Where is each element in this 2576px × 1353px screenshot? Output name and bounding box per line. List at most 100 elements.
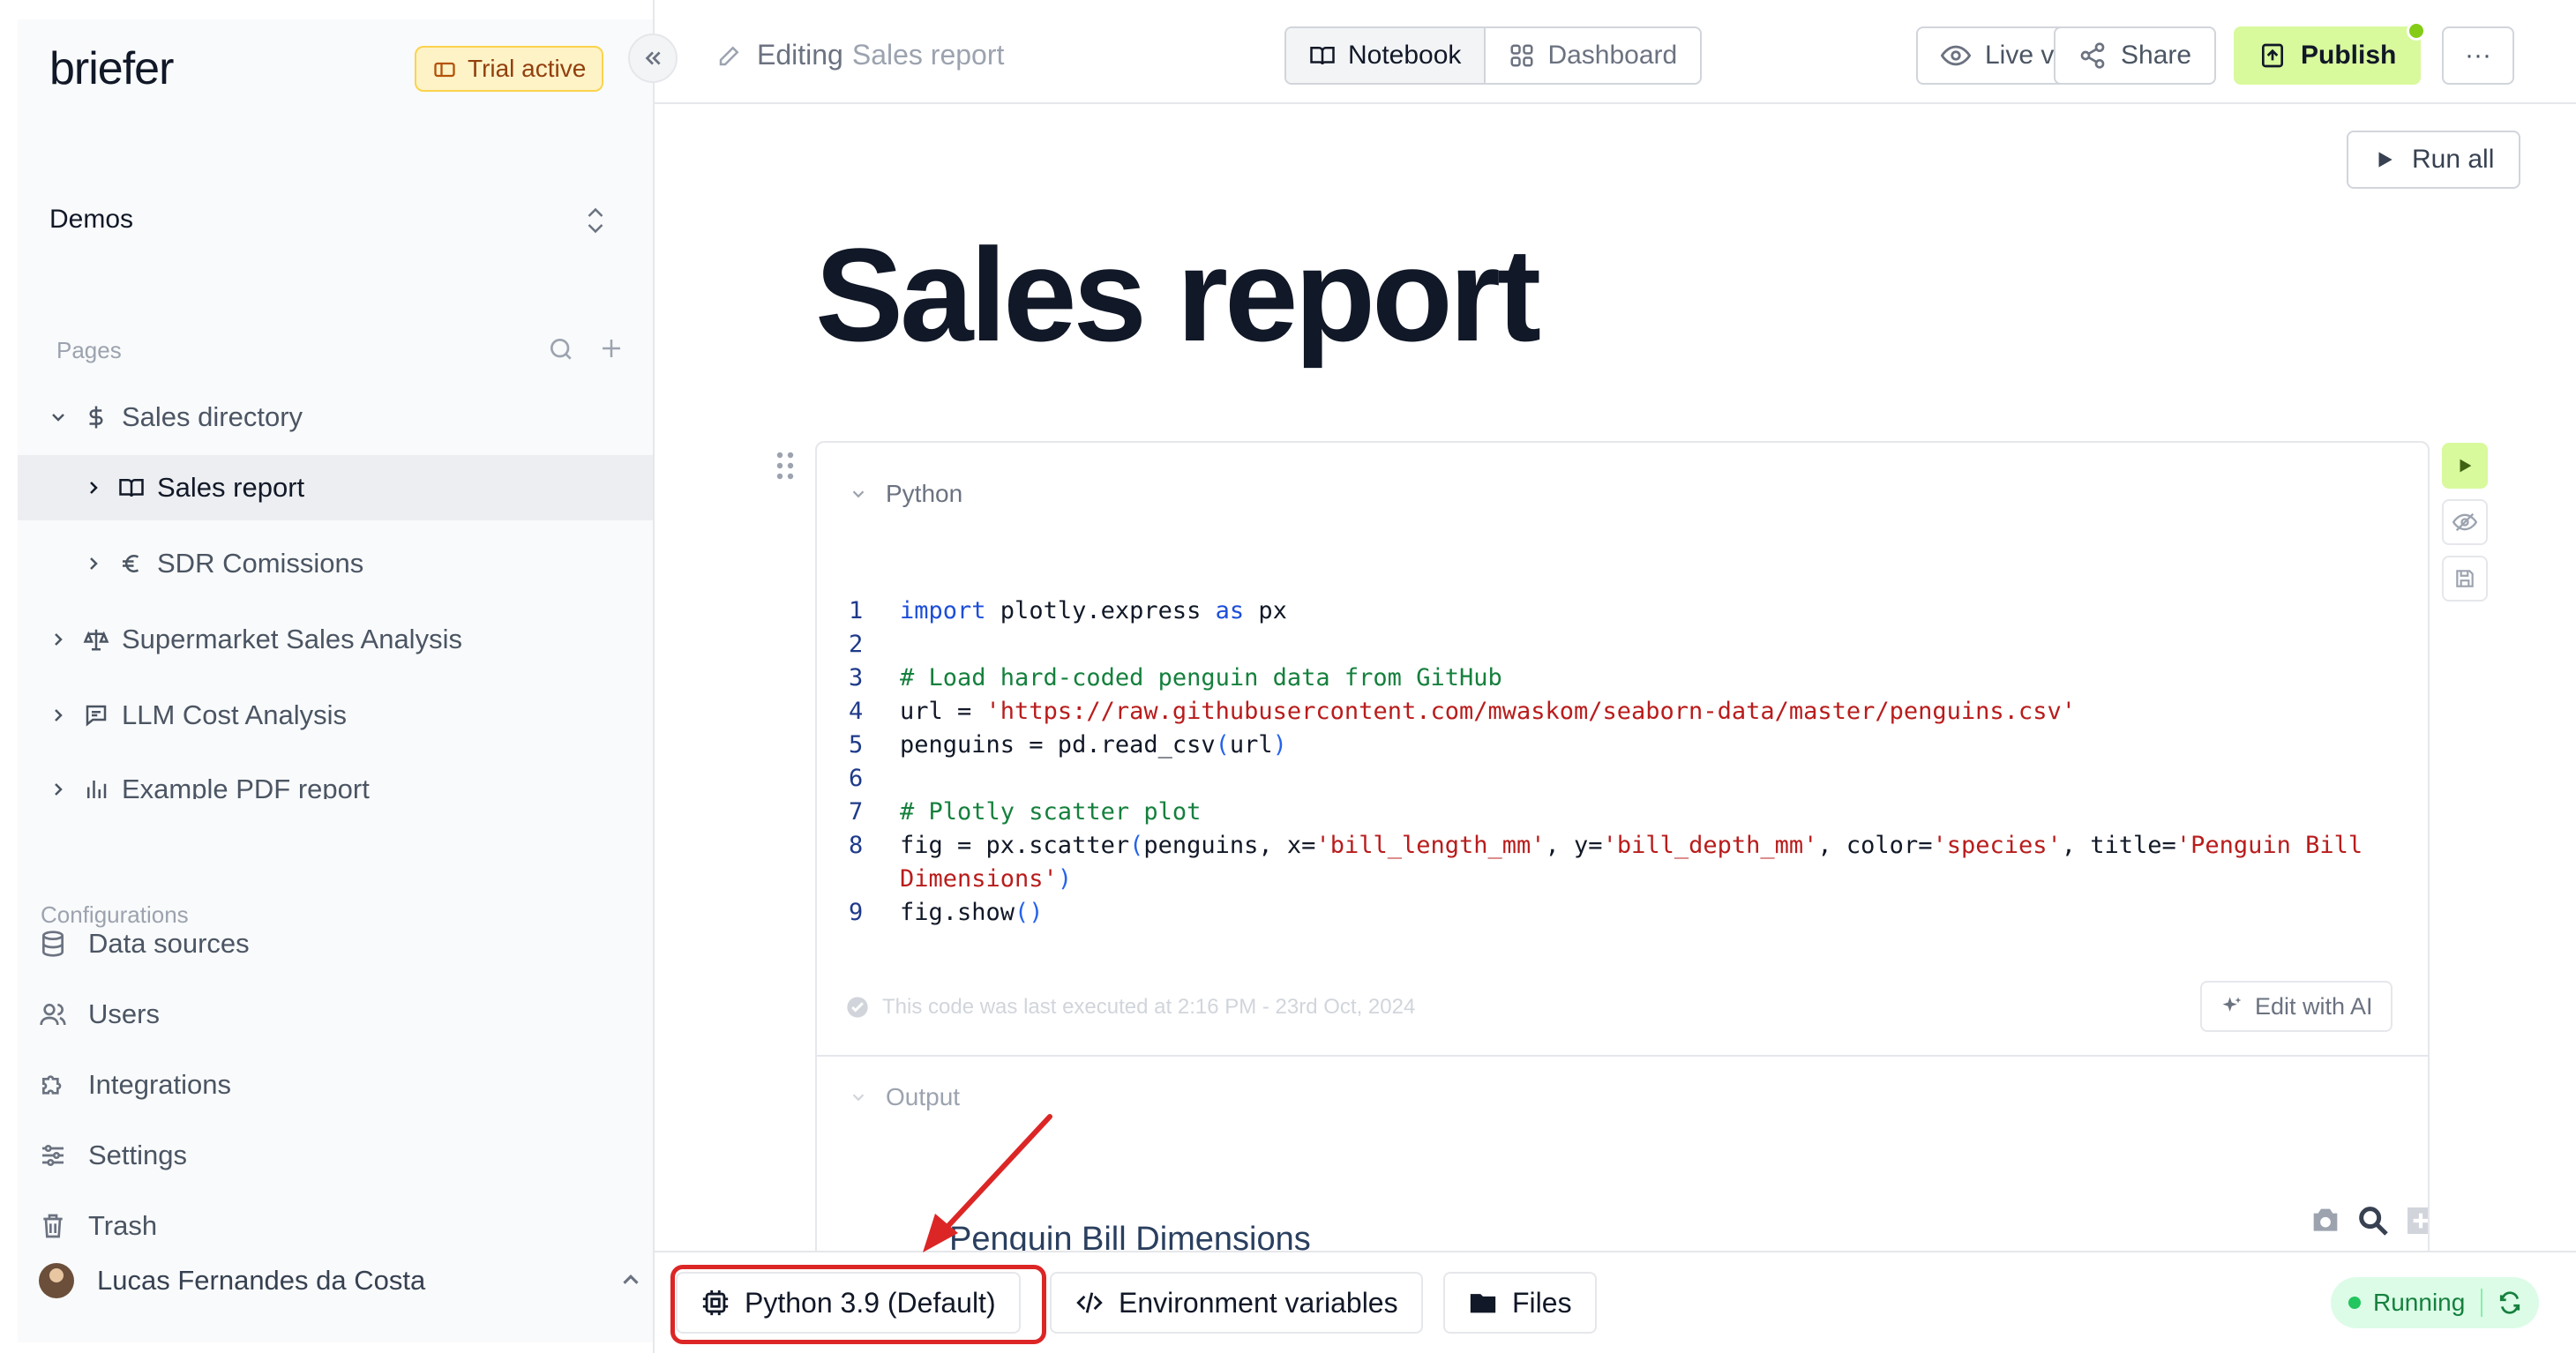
publish-button[interactable]: Publish — [2234, 21, 2427, 85]
files-label: Files — [1512, 1286, 1572, 1319]
sidebar-item-sdr-comissions[interactable]: SDR Comissions — [18, 531, 653, 596]
database-icon — [42, 931, 64, 957]
camera-icon[interactable] — [2308, 1203, 2343, 1238]
line-number: 3 — [849, 664, 864, 691]
code-line[interactable]: 8 fig = px.scatter(penguins, x='bill_leng… — [849, 829, 2363, 863]
sparkles-icon — [2222, 997, 2242, 1012]
code-line[interactable]: 2 — [849, 628, 2363, 662]
chevron-up-down-icon[interactable] — [582, 203, 609, 238]
environment-variables-button[interactable]: Environment variables — [1050, 1272, 1423, 1334]
line-number: 9 — [849, 899, 864, 926]
run-all-button[interactable]: Run all — [2347, 131, 2521, 189]
sidebar-item-trash[interactable]: Trash — [39, 1210, 157, 1242]
plus-box-icon[interactable] — [2403, 1203, 2430, 1238]
publish-icon — [2262, 43, 2283, 68]
users-icon — [40, 1004, 66, 1026]
save-snippet-button[interactable] — [2442, 556, 2488, 602]
sidebar-item-supermarket-sales-analysis[interactable]: Supermarket Sales Analysis — [18, 607, 653, 672]
run-block-button[interactable] — [2442, 443, 2488, 489]
sidebar-item-settings[interactable]: Settings — [39, 1140, 187, 1171]
chevron-right-icon[interactable] — [83, 477, 104, 498]
chevron-right-icon[interactable] — [48, 779, 69, 799]
sidebar-divider — [653, 0, 655, 1353]
configurations-section-label: Configurations — [41, 901, 189, 928]
refresh-icon[interactable] — [2498, 1291, 2521, 1314]
view-toggle: Notebook Dashboard — [1284, 26, 1703, 85]
block-header[interactable]: Python — [849, 480, 962, 508]
drag-handle-icon[interactable] — [775, 450, 796, 482]
code-line[interactable]: 9 fig.show() — [849, 896, 2363, 930]
book-icon — [1310, 47, 1335, 65]
sidebar-item-label: LLM Cost Analysis — [122, 699, 347, 730]
edit-with-ai-label: Edit with AI — [2255, 992, 2373, 1020]
code-line[interactable]: 6 — [849, 762, 2363, 796]
line-number: 7 — [849, 798, 864, 826]
workspace-selector[interactable]: Demos — [49, 205, 133, 235]
chevron-down-icon[interactable] — [48, 407, 69, 428]
briefer-logo[interactable]: briefer — [49, 42, 174, 95]
sidebar-item-label: Data sources — [88, 928, 250, 959]
code-line[interactable]: 1 import plotly.express as px — [849, 594, 2363, 628]
folder-icon — [1470, 1294, 1496, 1313]
sidebar-item-data-sources[interactable]: Data sources — [39, 928, 250, 960]
sidebar-item-sales-report[interactable]: Sales report — [18, 455, 653, 520]
edit-with-ai-button[interactable]: Edit with AI — [2200, 981, 2393, 1032]
line-number: 1 — [849, 597, 864, 624]
tab-notebook-label: Notebook — [1348, 41, 1462, 70]
chevron-right-icon[interactable] — [48, 705, 69, 726]
code-line[interactable]: 3 # Load hard-coded penguin data from Git… — [849, 662, 2363, 695]
check-circle-icon — [847, 997, 868, 1018]
plus-icon[interactable] — [598, 335, 625, 362]
chevron-right-icon[interactable] — [83, 553, 104, 574]
code-text: Dimensions') — [900, 865, 1073, 893]
code-line[interactable]: Dimensions') — [849, 863, 2363, 896]
line-number: 6 — [849, 765, 864, 792]
block-divider — [817, 1055, 2428, 1057]
euro-icon — [123, 555, 139, 572]
sidebar-item-integrations[interactable]: Integrations — [39, 1069, 231, 1101]
status-dot — [2348, 1297, 2361, 1309]
files-button[interactable]: Files — [1443, 1272, 1597, 1334]
zoom-icon[interactable] — [2355, 1203, 2391, 1238]
sidebar: briefer Trial active Demos Pages Sales d… — [18, 19, 653, 1342]
toggle-visibility-button[interactable] — [2442, 499, 2488, 545]
sidebar-item-llm-cost-analysis[interactable]: LLM Cost Analysis — [18, 683, 653, 748]
tab-notebook[interactable]: Notebook — [1286, 28, 1486, 83]
kernel-status-badge[interactable]: Running — [2331, 1277, 2540, 1328]
more-options-button[interactable]: ··· — [2442, 26, 2514, 85]
execution-note: This code was last executed at 2:16 PM -… — [845, 995, 1415, 1020]
trial-badge[interactable]: Trial active — [415, 46, 604, 92]
chevron-right-icon[interactable] — [48, 629, 69, 650]
code-editor[interactable]: 1 import plotly.express as px 2 3 # Load har… — [849, 594, 2363, 930]
sidebar-item-users[interactable]: Users — [39, 998, 160, 1030]
code-text: url = 'https://raw.githubusercontent.com… — [900, 698, 2076, 725]
execution-note-text: This code was last executed at 2:16 PM -… — [882, 995, 1416, 1019]
share-button[interactable]: Share — [2054, 26, 2217, 85]
sidebar-item-label: Integrations — [88, 1069, 231, 1100]
share-icon — [2080, 42, 2105, 69]
play-icon — [2378, 152, 2393, 168]
code-text: import plotly.express as px — [900, 597, 1287, 624]
block-side-tools — [2442, 443, 2488, 602]
code-text: # Plotly scatter plot — [900, 798, 1202, 826]
sidebar-item-example-pdf-report[interactable]: Example PDF report — [18, 778, 653, 799]
page-title[interactable]: Sales report — [815, 219, 1541, 371]
sidebar-item-label: Example PDF report — [122, 778, 370, 799]
chevron-up-icon[interactable] — [618, 1267, 644, 1293]
avatar — [39, 1263, 74, 1298]
bar-chart-icon — [87, 781, 107, 798]
output-header[interactable]: Output — [849, 1083, 960, 1111]
user-menu[interactable]: Lucas Fernandes da Costa — [39, 1263, 639, 1298]
code-line[interactable]: 7 # Plotly scatter plot — [849, 796, 2363, 829]
chat-icon — [86, 705, 107, 727]
code-line[interactable]: 4 url = 'https://raw.githubusercontent.co… — [849, 695, 2363, 729]
tab-dashboard[interactable]: Dashboard — [1486, 28, 1700, 83]
annotation-highlight-box — [670, 1265, 1046, 1344]
sidebar-item-label: Trash — [88, 1210, 158, 1241]
code-line[interactable]: 5 penguins = pd.read_csv(url) — [849, 729, 2363, 762]
code-text: penguins = pd.read_csv(url) — [900, 731, 1287, 759]
sidebar-item-sales-directory[interactable]: Sales directory — [18, 385, 653, 450]
bottom-bar: Python 3.9 (Default) Environment variabl… — [655, 1251, 2576, 1353]
search-icon[interactable] — [547, 335, 575, 363]
editing-doc-name: Sales report — [851, 39, 1005, 71]
